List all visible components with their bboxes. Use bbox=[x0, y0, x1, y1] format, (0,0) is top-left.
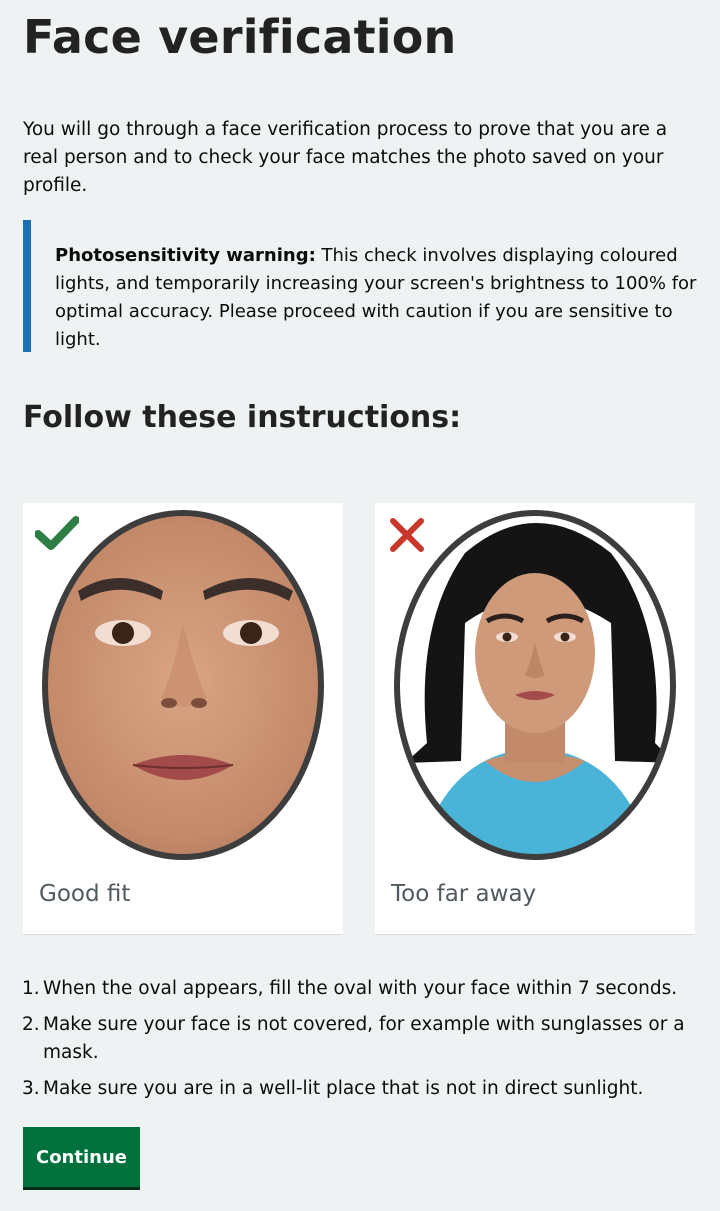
instruction-steps: 1. When the oval appears, fill the oval w… bbox=[22, 975, 702, 1111]
continue-button[interactable]: Continue bbox=[23, 1127, 140, 1187]
photosensitivity-warning: Photosensitivity warning: This check inv… bbox=[23, 220, 703, 352]
list-item: 2. Make sure your face is not covered, fo… bbox=[22, 1011, 702, 1067]
intro-text: You will go through a face verification … bbox=[23, 119, 668, 196]
list-item: 3. Make sure you are in a well-lit place … bbox=[22, 1075, 702, 1103]
list-item: 1. When the oval appears, fill the oval w… bbox=[22, 975, 702, 1003]
checkmark-icon bbox=[35, 516, 79, 550]
step-text: When the oval appears, fill the oval wit… bbox=[43, 978, 678, 999]
distant-face-portrait bbox=[394, 510, 676, 860]
close-face-portrait bbox=[42, 510, 324, 860]
warning-label: Photosensitivity warning: bbox=[55, 245, 316, 266]
example-card-too-far: Too far away bbox=[375, 503, 695, 934]
example-caption: Too far away bbox=[391, 881, 537, 907]
step-text: Make sure your face is not covered, for … bbox=[43, 1014, 685, 1063]
warning-text: Photosensitivity warning: This check inv… bbox=[55, 242, 705, 354]
instructions-heading: Follow these instructions: bbox=[23, 400, 462, 435]
page-title: Face verification bbox=[23, 10, 457, 64]
step-text: Make sure you are in a well-lit place th… bbox=[43, 1078, 644, 1099]
step-number: 2. bbox=[22, 1014, 40, 1035]
example-card-good-fit: Good fit bbox=[23, 503, 343, 934]
cross-icon bbox=[390, 518, 424, 552]
step-number: 3. bbox=[22, 1078, 40, 1099]
example-caption: Good fit bbox=[39, 881, 131, 907]
face-verification-page: Face verification You will go through a … bbox=[0, 0, 720, 1211]
step-number: 1. bbox=[22, 978, 40, 999]
